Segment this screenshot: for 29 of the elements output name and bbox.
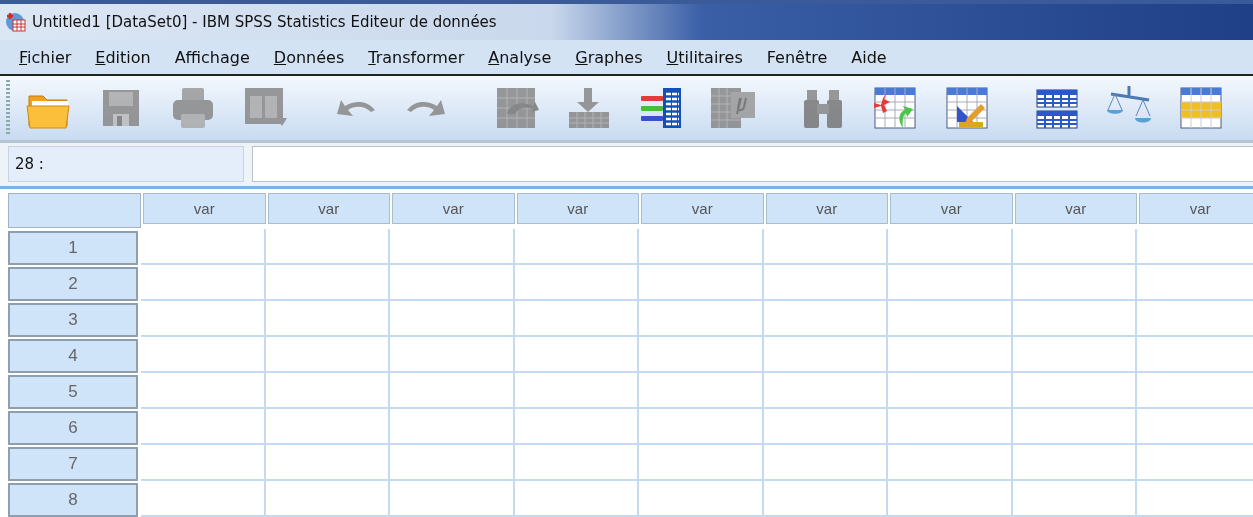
row-header[interactable]: 1 bbox=[8, 231, 138, 265]
row-header[interactable]: 4 bbox=[8, 339, 138, 373]
window-title: Untitled1 [DataSet0] - IBM SPSS Statistics Editeur de données bbox=[32, 12, 497, 31]
column-header[interactable]: var bbox=[641, 193, 764, 224]
cell-reference: 28 : bbox=[8, 146, 244, 182]
menu-item[interactable]: Transformer bbox=[359, 43, 474, 71]
menu-item[interactable]: Graphes bbox=[566, 43, 652, 71]
column-header[interactable]: var bbox=[1139, 193, 1253, 224]
column-header[interactable]: var bbox=[765, 193, 888, 224]
row-header[interactable]: 2 bbox=[8, 267, 138, 301]
column-header[interactable]: var bbox=[1014, 193, 1137, 224]
column-header[interactable]: var bbox=[890, 193, 1013, 224]
column-header[interactable]: var bbox=[392, 193, 515, 224]
menu-item[interactable]: Edition bbox=[86, 43, 160, 71]
row-header[interactable]: 5 bbox=[8, 375, 138, 409]
column-header[interactable]: var bbox=[143, 193, 266, 224]
menu-item[interactable]: Utilitaires bbox=[657, 43, 752, 71]
menu-item[interactable]: Affichage bbox=[165, 43, 259, 71]
row-header[interactable]: 7 bbox=[8, 447, 138, 481]
menu-item[interactable]: Données bbox=[264, 43, 354, 71]
column-header[interactable]: var bbox=[267, 193, 390, 224]
menu-item[interactable]: Fichier bbox=[10, 43, 81, 71]
row-header[interactable]: 3 bbox=[8, 303, 138, 337]
row-header[interactable]: 6 bbox=[8, 411, 138, 445]
menu-item[interactable]: Analyse bbox=[479, 43, 561, 71]
menu-item[interactable]: Aide bbox=[842, 43, 896, 71]
row-header[interactable]: 8 bbox=[8, 483, 138, 517]
menu-item[interactable]: Fenêtre bbox=[757, 43, 837, 71]
column-header[interactable]: var bbox=[516, 193, 639, 224]
